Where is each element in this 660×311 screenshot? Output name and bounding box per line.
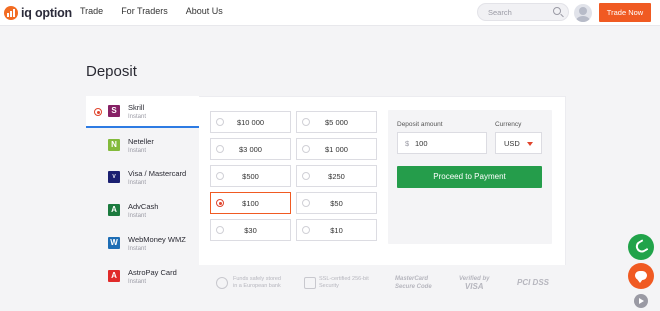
payment-methods-list: S Skrill Instant N Neteller Instant V Vi… bbox=[86, 96, 199, 301]
amount-label: $5 000 bbox=[325, 118, 348, 127]
search-icon[interactable] bbox=[553, 7, 561, 15]
ssl-line-2: Security bbox=[319, 283, 339, 289]
verified-by-visa-logo: Verified by VISA bbox=[459, 275, 489, 291]
currency-value: USD bbox=[504, 139, 520, 148]
amount-label: $1 000 bbox=[325, 145, 348, 154]
play-arrow-icon bbox=[639, 297, 644, 304]
method-name: Visa / Mastercard bbox=[128, 169, 187, 178]
method-advcash[interactable]: A AdvCash Instant bbox=[86, 195, 199, 227]
amount-label: $500 bbox=[242, 172, 259, 181]
top-header: iq option Trade For Traders About Us Sea… bbox=[0, 0, 660, 26]
logo-text: iq option bbox=[21, 6, 72, 20]
amount-option[interactable]: $500 bbox=[210, 165, 291, 187]
currency-symbol: $ bbox=[405, 139, 410, 148]
skrill-logo-icon: S bbox=[108, 105, 120, 117]
amount-option[interactable]: $5 000 bbox=[296, 111, 377, 133]
method-name: WebMoney WMZ bbox=[128, 235, 186, 244]
amount-label: $10 bbox=[330, 226, 343, 235]
phone-support-button[interactable] bbox=[628, 234, 654, 260]
chat-bubble-icon bbox=[635, 271, 647, 283]
method-webmoney-wmz[interactable]: W WebMoney WMZ Instant bbox=[86, 228, 199, 260]
chat-support-button[interactable] bbox=[628, 263, 654, 289]
amount-option[interactable]: $10 bbox=[296, 219, 377, 241]
method-sub: Instant bbox=[128, 213, 147, 219]
advcash-logo-icon: A bbox=[108, 204, 120, 216]
method-astropay-card[interactable]: A AstroPay Card Instant bbox=[86, 261, 199, 293]
method-sub: Instant bbox=[128, 148, 147, 154]
radio-skrill[interactable] bbox=[94, 108, 102, 116]
security-badges: Funds safely stored in a European bank S… bbox=[199, 265, 566, 301]
avatar[interactable] bbox=[574, 4, 592, 22]
visa-line-2: VISA bbox=[464, 282, 484, 291]
method-visa-mastercard[interactable]: V Visa / Mastercard Instant bbox=[86, 162, 199, 194]
neteller-logo-icon: N bbox=[108, 139, 120, 151]
method-sub: Instant bbox=[128, 114, 147, 120]
method-name: AdvCash bbox=[128, 202, 159, 211]
amount-option[interactable]: $3 000 bbox=[210, 138, 291, 160]
amount-option[interactable]: $10 000 bbox=[210, 111, 291, 133]
proceed-to-payment-button[interactable]: Proceed to Payment bbox=[397, 166, 542, 188]
method-sub: Instant bbox=[128, 279, 147, 285]
amount-option[interactable]: $50 bbox=[296, 192, 377, 214]
method-neteller[interactable]: N Neteller Instant bbox=[86, 130, 199, 162]
amount-option[interactable]: $30 bbox=[210, 219, 291, 241]
deposit-amount-field[interactable]: $ 100 bbox=[397, 132, 487, 154]
chevron-down-icon bbox=[527, 142, 533, 146]
deposit-amount-value: 100 bbox=[415, 139, 428, 148]
bank-safe-icon bbox=[216, 277, 228, 289]
amount-label: $3 000 bbox=[239, 145, 262, 154]
amount-label: $30 bbox=[244, 226, 257, 235]
amount-label: $100 bbox=[242, 199, 259, 208]
method-skrill[interactable]: S Skrill Instant bbox=[86, 96, 199, 128]
funds-badge: Funds safely stored in a European bank bbox=[233, 276, 281, 290]
method-name: Neteller bbox=[128, 137, 154, 146]
method-sub: Instant bbox=[128, 180, 147, 186]
currency-select[interactable]: USD bbox=[495, 132, 542, 154]
amount-label: $250 bbox=[328, 172, 345, 181]
pci-dss-logo: PCI DSS bbox=[517, 278, 550, 287]
method-name: AstroPay Card bbox=[128, 268, 177, 277]
mastercard-line-1: MasterCard bbox=[395, 276, 429, 282]
ssl-line-1: SSL-certified 256-bit bbox=[319, 276, 369, 282]
method-sub: Instant bbox=[128, 246, 147, 252]
method-name: Skrill bbox=[128, 103, 145, 112]
nav-item-for-traders[interactable]: For Traders bbox=[121, 6, 168, 16]
expand-button[interactable] bbox=[634, 294, 648, 308]
nav-item-about-us[interactable]: About Us bbox=[186, 6, 223, 16]
astropay-logo-icon: A bbox=[108, 270, 120, 282]
deposit-amount-label: Deposit amount bbox=[397, 121, 443, 128]
brand-logo[interactable]: iq option bbox=[4, 5, 72, 21]
funds-line-2: in a European bank bbox=[233, 283, 281, 289]
shield-icon bbox=[304, 277, 316, 289]
currency-label: Currency bbox=[495, 121, 522, 128]
amount-option[interactable]: $250 bbox=[296, 165, 377, 187]
phone-icon bbox=[633, 239, 649, 255]
logo-bars-icon bbox=[4, 6, 18, 20]
nav-item-trade[interactable]: Trade bbox=[80, 6, 103, 16]
funds-line-1: Funds safely stored bbox=[233, 276, 281, 282]
trade-now-button[interactable]: Trade Now bbox=[599, 3, 651, 22]
webmoney-logo-icon: W bbox=[108, 237, 120, 249]
mastercard-securecode-logo: MasterCard Secure Code bbox=[395, 275, 432, 291]
visa-mastercard-logo-icon: V bbox=[108, 171, 120, 183]
mastercard-line-2: Secure Code bbox=[395, 284, 432, 290]
page-title: Deposit bbox=[86, 63, 137, 80]
ssl-badge: SSL-certified 256-bit Security bbox=[319, 276, 369, 290]
amount-label: $10 000 bbox=[236, 118, 265, 127]
main-nav: Trade For Traders About Us bbox=[80, 6, 241, 16]
amount-option-selected[interactable]: $100 bbox=[210, 192, 291, 214]
amount-option[interactable]: $1 000 bbox=[296, 138, 377, 160]
amount-label: $50 bbox=[330, 199, 343, 208]
